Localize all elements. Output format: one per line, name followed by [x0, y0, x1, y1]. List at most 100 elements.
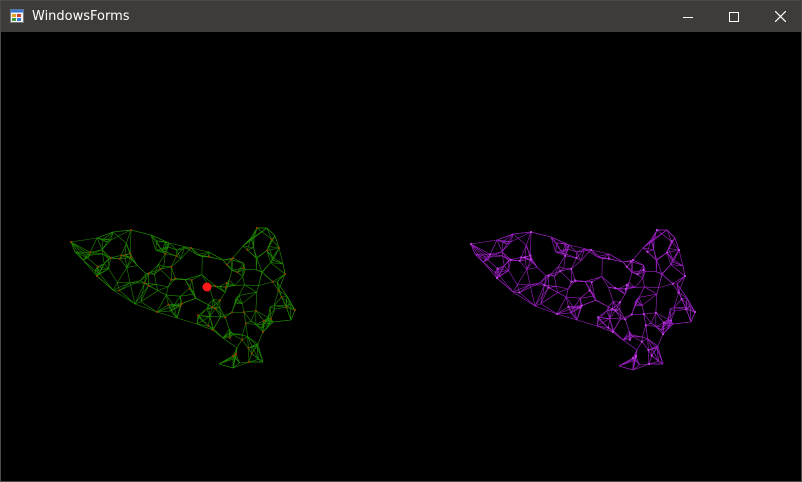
- mesh-canvas: [69, 226, 697, 371]
- mesh-vertex: [207, 324, 210, 327]
- mesh-edge: [170, 266, 176, 279]
- mesh-edge: [156, 284, 169, 288]
- mesh-vertex: [269, 317, 273, 320]
- mesh-vertex: [247, 346, 250, 350]
- mesh-vertex: [680, 298, 683, 301]
- mesh-vertex: [89, 251, 92, 254]
- mesh-edge: [241, 303, 245, 313]
- mesh-edge: [648, 361, 659, 365]
- mesh-edge: [642, 293, 658, 306]
- close-icon: [774, 11, 786, 22]
- mesh-edge: [256, 258, 263, 272]
- mesh-edge: [89, 237, 98, 253]
- mesh-edge: [248, 348, 250, 363]
- mesh-edge: [557, 292, 567, 298]
- mesh-edge: [568, 244, 592, 251]
- mesh-edge: [668, 248, 680, 251]
- mesh-edge: [238, 284, 245, 296]
- mesh-edge: [242, 276, 245, 286]
- mesh-edge: [160, 268, 172, 281]
- mesh-edge: [601, 276, 609, 288]
- mesh-edge: [273, 305, 287, 308]
- mesh-vertex: [293, 308, 297, 312]
- mesh-edge: [470, 239, 498, 245]
- mesh-vertex: [231, 256, 235, 260]
- mesh-edge: [255, 310, 269, 318]
- mesh-vertex: [589, 248, 593, 252]
- mesh-vertex: [224, 286, 227, 289]
- mesh-vertex: [228, 336, 231, 339]
- mesh-vertex: [188, 287, 191, 290]
- mesh-vertex: [143, 281, 146, 285]
- right-squid-wireframe-mesh: [469, 228, 697, 371]
- mesh-edge: [618, 365, 634, 371]
- mesh-edge: [570, 268, 576, 281]
- title-bar[interactable]: WindowsForms: [1, 1, 801, 32]
- mesh-vertex: [271, 280, 274, 283]
- mesh-vertex: [190, 278, 193, 282]
- mesh-vertex: [236, 271, 239, 274]
- mesh-vertex: [159, 268, 162, 271]
- minimize-button[interactable]: [665, 1, 711, 32]
- mesh-edge: [261, 262, 271, 273]
- mesh-edge: [219, 292, 226, 301]
- mesh-edge: [224, 317, 230, 330]
- mesh-vertex: [543, 283, 546, 287]
- mesh-vertex: [225, 281, 228, 285]
- maximize-button[interactable]: [711, 1, 757, 32]
- mesh-edge: [234, 303, 243, 305]
- mesh-edge: [170, 255, 177, 267]
- mesh-edge: [643, 312, 656, 315]
- mesh-vertex: [164, 252, 167, 255]
- mesh-edge: [563, 267, 572, 270]
- mesh-edge: [219, 282, 227, 287]
- mesh-edge: [255, 292, 258, 311]
- mesh-edge: [526, 269, 531, 285]
- mesh-vertex: [611, 330, 615, 334]
- mesh-vertex: [590, 280, 593, 284]
- mesh-vertex: [254, 309, 257, 312]
- mesh-edge: [530, 231, 552, 238]
- mesh-vertex: [95, 274, 99, 278]
- render-viewport[interactable]: [1, 32, 801, 481]
- mesh-edge: [238, 291, 257, 296]
- mesh-edge: [672, 275, 686, 284]
- mesh-edge: [608, 287, 614, 302]
- mesh-edge: [661, 264, 671, 275]
- mesh-edge: [231, 301, 237, 313]
- mesh-edge: [671, 241, 680, 251]
- mesh-edge: [508, 270, 518, 285]
- mesh-vertex: [244, 322, 247, 325]
- mesh-vertex: [624, 318, 627, 321]
- mesh-vertex: [123, 254, 127, 257]
- mesh-edge: [82, 259, 96, 271]
- mesh-vertex: [662, 321, 665, 324]
- mesh-vertex: [630, 313, 633, 316]
- maximize-icon: [729, 11, 739, 22]
- mesh-vertex: [509, 258, 512, 261]
- close-button[interactable]: [757, 1, 802, 32]
- mesh-edge: [157, 286, 169, 291]
- mesh-edge: [232, 245, 244, 259]
- mesh-edge: [274, 306, 287, 310]
- mesh-vertex: [489, 253, 492, 256]
- mesh-vertex: [120, 254, 123, 257]
- mesh-edge: [655, 312, 665, 323]
- mesh-vertex: [129, 256, 132, 259]
- mesh-edge: [672, 249, 680, 263]
- mesh-vertex: [280, 296, 283, 299]
- mesh-vertex: [670, 240, 673, 243]
- mesh-edge: [641, 325, 647, 338]
- mesh-vertex: [636, 273, 639, 276]
- mesh-vertex: [211, 306, 214, 309]
- mesh-edge: [638, 293, 657, 298]
- mesh-edge: [672, 321, 692, 325]
- mesh-vertex: [665, 251, 669, 254]
- mesh-vertex: [250, 352, 253, 355]
- mesh-edge: [258, 281, 273, 287]
- mesh-vertex: [231, 354, 235, 358]
- mesh-edge: [670, 310, 676, 321]
- mesh-edge: [266, 227, 276, 237]
- mesh-edge: [234, 276, 243, 286]
- mesh-vertex: [631, 356, 635, 360]
